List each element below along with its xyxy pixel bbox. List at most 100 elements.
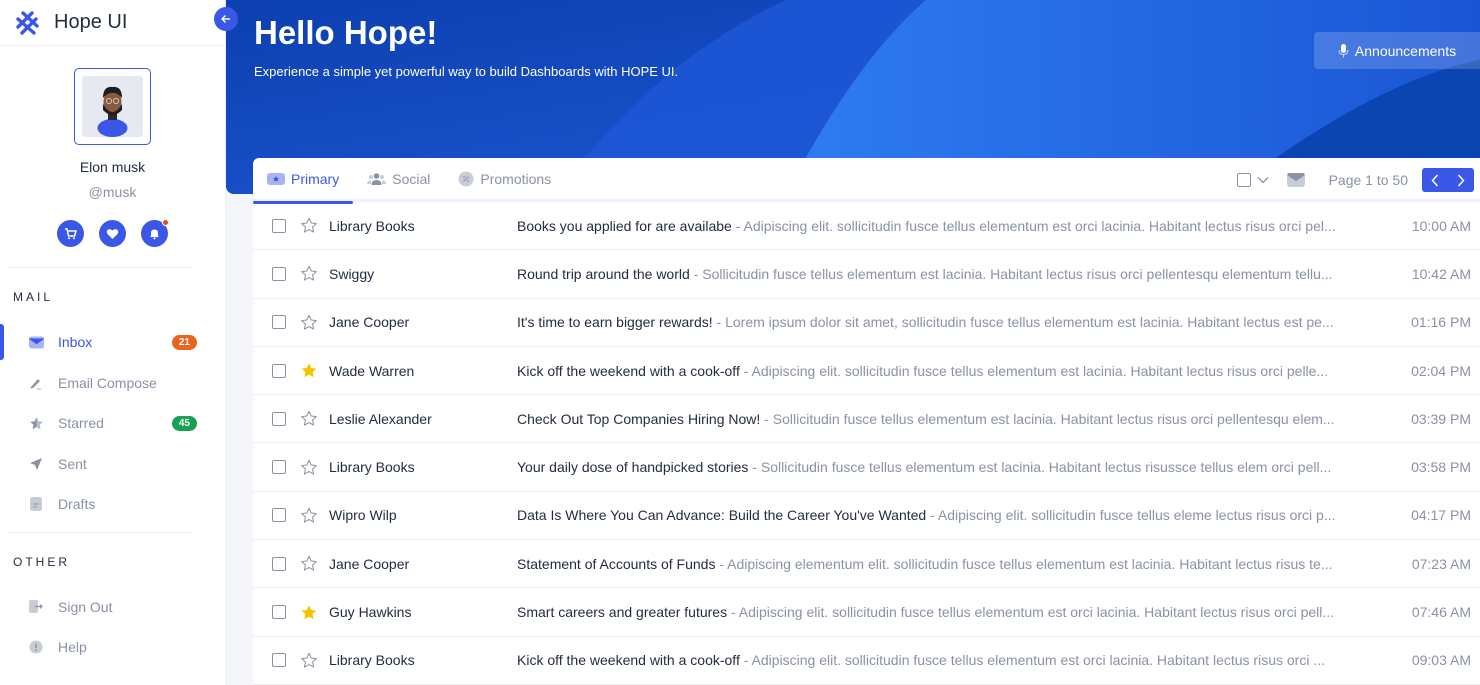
star-toggle[interactable] xyxy=(300,362,318,379)
previous-page-button[interactable] xyxy=(1431,173,1439,187)
envelope-open-icon xyxy=(1286,173,1305,187)
email-row[interactable]: Swiggy Round trip around the world - Sol… xyxy=(253,250,1480,299)
email-time: 03:39 PM xyxy=(1411,410,1471,427)
email-message: Check Out Top Companies Hiring Now! - So… xyxy=(517,411,1392,427)
email-select-checkbox[interactable] xyxy=(272,653,286,668)
email-sender: Guy Hawkins xyxy=(329,604,412,621)
sidebar-item-drafts[interactable]: Drafts xyxy=(0,484,225,525)
email-select-checkbox[interactable] xyxy=(272,460,286,475)
sidebar-divider xyxy=(8,267,193,268)
announcements-label: Announcements xyxy=(1354,42,1457,59)
sidebar-item-sign-out[interactable]: Sign Out xyxy=(0,587,225,628)
cart-icon xyxy=(65,228,77,240)
tab-promotions[interactable]: Promotions xyxy=(444,157,565,201)
star-toggle[interactable] xyxy=(300,314,318,331)
email-sender: Jane Cooper xyxy=(329,314,410,331)
email-row[interactable]: Library Books Books you applied for are … xyxy=(253,202,1480,251)
star-filled-icon xyxy=(301,604,317,619)
email-preview: Sollicitudin fusce tellus elementum est … xyxy=(702,265,1333,282)
email-select-checkbox[interactable] xyxy=(272,315,286,330)
email-select-checkbox[interactable] xyxy=(272,605,286,620)
star-toggle[interactable] xyxy=(300,459,318,476)
email-separator: - xyxy=(715,555,728,572)
tab-social[interactable]: Social xyxy=(353,157,444,201)
page-subtitle: Experience a simple yet powerful way to … xyxy=(254,64,679,79)
send-icon xyxy=(28,456,44,472)
email-subject: Data Is Where You Can Advance: Build the… xyxy=(517,507,927,524)
sidebar-item-email-compose[interactable]: Email Compose xyxy=(0,363,225,404)
starred-count-badge: 45 xyxy=(171,415,197,431)
favorites-button[interactable] xyxy=(99,220,126,247)
mail-card: Primary Social Promotions Page 1 to 50 L… xyxy=(253,158,1480,685)
email-row[interactable]: Leslie Alexander Check Out Top Companies… xyxy=(253,395,1480,444)
mark-read-button[interactable] xyxy=(1286,173,1305,187)
email-separator: - xyxy=(712,314,726,331)
announcements-button[interactable]: Announcements xyxy=(1314,32,1480,69)
email-row[interactable]: Wade Warren Kick off the weekend with a … xyxy=(253,347,1480,396)
email-select-checkbox[interactable] xyxy=(272,508,286,523)
star-toggle[interactable] xyxy=(300,507,318,524)
email-row[interactable]: Jane Cooper Statement of Accounts of Fun… xyxy=(253,540,1480,589)
email-select-checkbox[interactable] xyxy=(272,363,286,378)
star-toggle[interactable] xyxy=(300,555,318,572)
email-preview: Adipiscing elit. sollicitudin fusce tell… xyxy=(743,217,1336,234)
inbox-icon xyxy=(28,334,44,350)
select-all-checkbox[interactable] xyxy=(1236,173,1251,187)
email-subject: Statement of Accounts of Funds xyxy=(517,555,716,572)
email-select-checkbox[interactable] xyxy=(272,266,286,281)
email-preview: Sollicitudin fusce tellus elementum est … xyxy=(760,459,1332,476)
select-options-dropdown[interactable] xyxy=(1257,176,1269,184)
email-row[interactable]: Guy Hawkins Smart careers and greater fu… xyxy=(253,588,1480,637)
email-subject: Books you applied for are availabe xyxy=(517,217,732,234)
brand[interactable]: Hope UI xyxy=(0,0,225,46)
profile-card: Elon musk @musk xyxy=(0,46,225,247)
bell-icon xyxy=(150,229,159,240)
profile-quick-actions xyxy=(57,219,169,247)
star-toggle[interactable] xyxy=(300,265,318,282)
tab-label: Social xyxy=(392,170,431,187)
email-sender: Jane Cooper xyxy=(329,555,410,572)
email-row[interactable]: Jane Cooper It's time to earn bigger rew… xyxy=(253,299,1480,347)
email-subject: Kick off the weekend with a cook-off xyxy=(517,652,740,669)
email-row[interactable]: Library Books Kick off the weekend with … xyxy=(253,637,1480,685)
profile-handle: @musk xyxy=(88,184,137,200)
sidebar-item-label: Drafts xyxy=(58,496,96,513)
sidebar-collapse-button[interactable] xyxy=(214,7,238,31)
email-message: Statement of Accounts of Funds - Adipisc… xyxy=(517,556,1392,572)
notifications-button[interactable] xyxy=(141,219,169,247)
next-page-button[interactable] xyxy=(1457,173,1465,187)
sidebar-item-inbox[interactable]: Inbox 21 xyxy=(0,322,225,363)
sidebar-item-help[interactable]: Help xyxy=(0,627,225,668)
email-preview: Lorem ipsum dolor sit amet, sollicitudin… xyxy=(725,314,1334,331)
email-row[interactable]: Library Books Your daily dose of handpic… xyxy=(253,443,1480,492)
email-preview: Adipiscing elementum elit. sollicitudin … xyxy=(727,555,1333,572)
email-message: It's time to earn bigger rewards! - Lore… xyxy=(517,314,1392,330)
star-toggle[interactable] xyxy=(300,217,318,234)
star-toggle[interactable] xyxy=(300,410,318,427)
sidebar-item-starred[interactable]: Starred 45 xyxy=(0,403,225,444)
email-sender: Library Books xyxy=(329,217,415,234)
star-toggle[interactable] xyxy=(300,604,318,621)
email-row[interactable]: Wipro Wilp Data Is Where You Can Advance… xyxy=(253,492,1480,541)
email-subject: Smart careers and greater futures xyxy=(517,604,728,621)
cart-button[interactable] xyxy=(57,220,84,247)
email-separator: - xyxy=(748,459,761,476)
email-subject: Kick off the weekend with a cook-off xyxy=(517,362,740,379)
email-preview: Adipiscing elit. sollicitudin fusce tell… xyxy=(751,362,1329,379)
email-list: Library Books Books you applied for are … xyxy=(253,202,1480,685)
star-outline-icon xyxy=(301,556,317,571)
tab-primary[interactable]: Primary xyxy=(253,157,354,204)
pagination xyxy=(1422,168,1474,192)
email-select-checkbox[interactable] xyxy=(272,411,286,426)
email-message: Smart careers and greater futures - Adip… xyxy=(517,604,1392,620)
avatar[interactable] xyxy=(74,68,151,145)
email-select-checkbox[interactable] xyxy=(272,556,286,571)
tab-label: Promotions xyxy=(480,170,552,187)
email-separator: - xyxy=(760,410,773,427)
star-toggle[interactable] xyxy=(300,652,318,669)
other-nav: Sign Out Help xyxy=(0,587,225,668)
email-separator: - xyxy=(689,265,703,282)
email-select-checkbox[interactable] xyxy=(272,218,286,233)
sidebar-item-sent[interactable]: Sent xyxy=(0,444,225,485)
avatar-image xyxy=(82,76,143,137)
